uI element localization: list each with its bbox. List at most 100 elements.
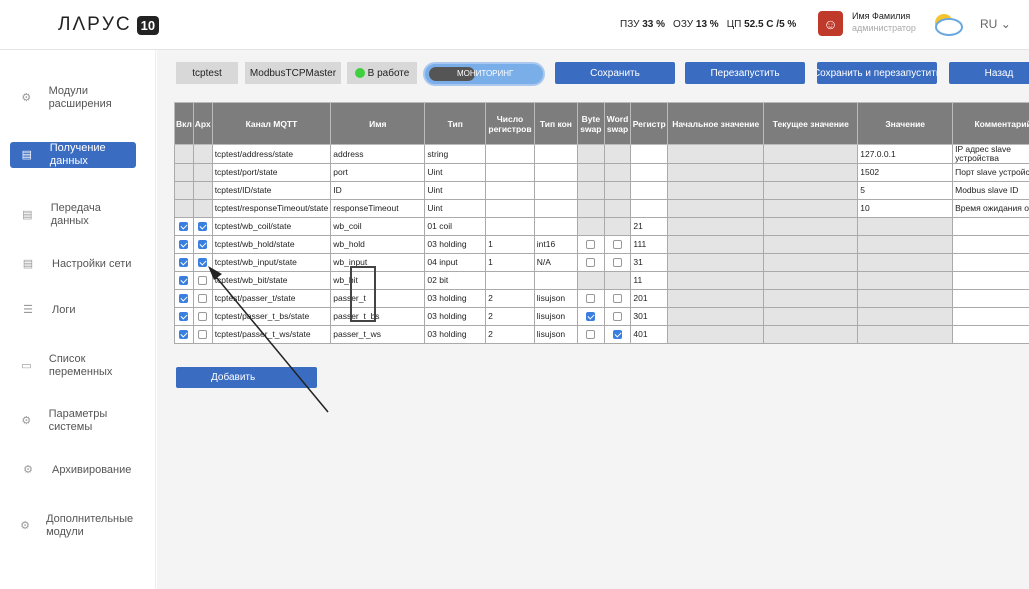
monitoring-toggle[interactable]: МОНИТОРИНГ [423, 62, 545, 86]
initial-value-cell [667, 144, 765, 164]
type-cell: 03 holding [424, 235, 487, 254]
registers-count-cell [485, 217, 535, 236]
channels-table: Вкл Арх Канал MQTT Имя Тип Число регистров Тип… [174, 102, 1029, 344]
database-icon: ▤ [21, 148, 33, 161]
column-header: Канал MQTT [211, 102, 332, 145]
conversion-type-cell: lisujson [533, 289, 579, 308]
byte-swap-checkbox[interactable] [586, 258, 596, 268]
archive-checkbox[interactable] [198, 240, 208, 250]
save-button[interactable]: Сохранить [555, 62, 675, 84]
system-stats: ПЗУ 33 % ОЗУ 13 % ЦП 52.5 С /5 % [620, 19, 796, 30]
byte-swap-checkbox[interactable] [586, 312, 596, 322]
sidebar-item-modules[interactable]: ⚙ Модули расширения [10, 85, 136, 111]
database-icon: ▤ [22, 258, 34, 270]
sidebar-item-label: Получение данных [49, 142, 106, 167]
enabled-checkbox[interactable] [179, 276, 189, 286]
comment-cell: Время ожидания ответа [952, 199, 1029, 218]
chip-type: ModbusTCPMaster [245, 62, 341, 84]
name-cell: passer_t_bs [330, 307, 426, 326]
enabled-checkbox[interactable] [179, 294, 189, 304]
word-swap-checkbox[interactable] [613, 294, 623, 304]
restart-button[interactable]: Перезапустить [685, 62, 805, 84]
register-cell: 401 [630, 325, 669, 344]
byte-swap-cell [577, 289, 605, 308]
word-swap-checkbox[interactable] [613, 240, 623, 250]
current-value-cell [763, 181, 859, 200]
word-swap-checkbox[interactable] [613, 330, 623, 340]
column-header: Тип кон [533, 102, 579, 145]
word-swap-cell [603, 271, 632, 290]
table-body: tcptest/address/state address string 127.0.… [174, 144, 1029, 344]
column-header: Комментарий [952, 102, 1029, 145]
comment-cell [952, 217, 1029, 236]
save-restart-button[interactable]: Сохранить и перезапустить [817, 62, 937, 84]
initial-value-cell [667, 307, 765, 326]
register-cell: 201 [630, 289, 669, 308]
registers-count-cell: 2 [485, 325, 535, 344]
sidebar-item-extra-modules[interactable]: ⚙ Дополнительные модули [10, 513, 136, 539]
add-button[interactable]: Добавить [176, 367, 317, 388]
sidebar-item-archiving[interactable]: ⚙ Архивирование [10, 464, 136, 477]
initial-value-cell [667, 217, 765, 236]
enabled-checkbox[interactable] [179, 222, 189, 232]
user-name: Имя Фамилия [852, 11, 911, 21]
conversion-type-cell: lisujson [533, 307, 579, 326]
initial-value-cell [667, 289, 765, 308]
conversion-type-cell: N/A [533, 253, 579, 272]
sidebar-item-system-params[interactable]: ⚙ Параметры системы [10, 408, 136, 434]
channel-cell: tcptest/passer_t/state [211, 289, 332, 308]
enabled-checkbox[interactable] [179, 240, 189, 250]
registers-count-cell [485, 144, 535, 164]
comment-cell [952, 253, 1029, 272]
current-value-cell [763, 199, 859, 218]
column-header: Тип [424, 102, 487, 145]
sidebar-item-variables[interactable]: ▭ Список переменных [10, 353, 136, 379]
archive-checkbox[interactable] [198, 222, 208, 232]
comment-cell [952, 235, 1029, 254]
current-value-cell [763, 307, 859, 326]
back-button[interactable]: Назад [949, 62, 1029, 84]
channel-cell: tcptest/address/state [211, 144, 332, 164]
value-cell [857, 307, 954, 326]
byte-swap-checkbox[interactable] [586, 240, 596, 250]
table-row: tcptest/port/state port Uint 1502 Порт slave… [174, 163, 1029, 182]
value-cell [857, 235, 954, 254]
sidebar-item-network[interactable]: ▤ Настройки сети [10, 258, 136, 271]
register-cell [630, 181, 669, 200]
byte-swap-checkbox[interactable] [586, 294, 596, 304]
enabled-checkbox[interactable] [179, 258, 189, 268]
status-dot-icon [354, 68, 365, 78]
enabled-cell [174, 144, 194, 164]
archive-checkbox[interactable] [198, 258, 208, 268]
word-swap-cell [603, 307, 632, 326]
enabled-checkbox[interactable] [179, 312, 189, 322]
archive-cell [192, 253, 213, 272]
table-header-row: Вкл Арх Канал MQTT Имя Тип Число регистров Тип… [174, 102, 1029, 145]
enabled-checkbox[interactable] [179, 330, 189, 340]
avatar[interactable]: ☺ [818, 11, 843, 36]
enabled-cell [174, 289, 194, 308]
conversion-type-cell: int16 [533, 235, 579, 254]
word-swap-cell [603, 253, 632, 272]
enabled-cell [174, 307, 194, 326]
sidebar-item-receive-data[interactable]: ▤ Получение данных [10, 142, 136, 168]
column-header: Вкл [174, 102, 194, 145]
byte-swap-cell [577, 217, 605, 236]
byte-swap-cell [577, 235, 605, 254]
archive-checkbox[interactable] [198, 276, 208, 286]
archive-checkbox[interactable] [198, 294, 208, 304]
word-swap-checkbox[interactable] [613, 312, 623, 322]
archive-checkbox[interactable] [198, 312, 208, 322]
channel-cell: tcptest/wb_hold/state [211, 235, 332, 254]
archive-checkbox[interactable] [198, 330, 208, 340]
sidebar-item-transfer-data[interactable]: ▤ Передача данных [10, 202, 136, 228]
language-selector[interactable]: RU ⌄ [980, 17, 1011, 31]
sidebar-item-logs[interactable]: ☰ Логи [10, 304, 136, 317]
column-header: Регистр [630, 102, 669, 145]
name-cell: wb_coil [330, 217, 426, 236]
current-value-cell [763, 325, 859, 344]
word-swap-cell [603, 289, 632, 308]
byte-swap-checkbox[interactable] [586, 330, 596, 340]
word-swap-checkbox[interactable] [613, 258, 623, 268]
name-cell: port [330, 163, 426, 182]
